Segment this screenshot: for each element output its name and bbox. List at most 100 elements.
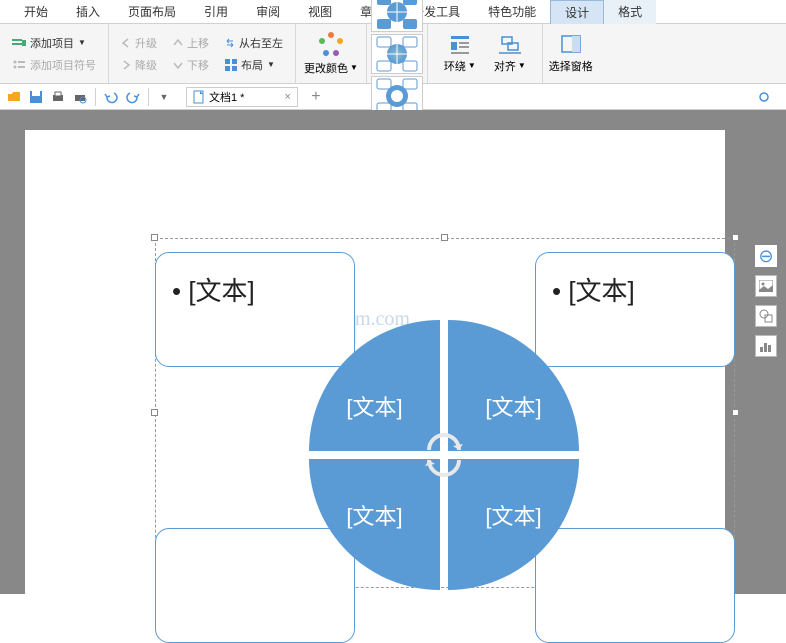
document-icon	[193, 90, 205, 104]
move-down-button[interactable]: 下移	[169, 55, 213, 75]
page[interactable]: system.com • [文本] • [文本] [文本] [文本] [文本]	[25, 130, 725, 610]
align-button[interactable]: 对齐▼	[486, 28, 534, 79]
undo-button[interactable]	[101, 87, 121, 107]
layout-option-4[interactable]	[371, 34, 423, 74]
open-button[interactable]	[4, 87, 24, 107]
layout-option-3[interactable]	[371, 0, 423, 32]
resize-handle-mr[interactable]	[732, 409, 739, 416]
promote-button[interactable]: 升级	[117, 33, 161, 53]
print-preview-icon	[73, 90, 87, 104]
document-tab-title: 文档1 *	[209, 89, 244, 105]
layout-button[interactable]: 布局 ▼	[221, 55, 279, 75]
side-tool-shape[interactable]	[755, 305, 777, 327]
quadrant-tr-text: [文本]	[485, 390, 541, 422]
rtl-icon	[225, 38, 235, 48]
move-down-label: 下移	[187, 57, 209, 73]
add-bullet-button[interactable]: 添加项目符号	[8, 55, 100, 75]
shapes-icon	[759, 309, 773, 323]
cycle-arrows-icon	[419, 430, 469, 480]
selection-pane-icon	[560, 34, 582, 56]
resize-handle-tm[interactable]	[441, 234, 448, 241]
menu-start[interactable]: 开始	[10, 0, 62, 24]
dropdown-icon: ▼	[78, 38, 86, 47]
selection-pane-button[interactable]: 选择窗格	[543, 24, 599, 83]
menu-references[interactable]: 引用	[190, 0, 242, 24]
wrap-label: 环绕	[444, 58, 466, 74]
ribbon-group-items: 添加项目 ▼ 添加项目符号	[0, 24, 109, 83]
demote-button[interactable]: 降级	[117, 55, 161, 75]
side-tool-strip: ⊖	[754, 245, 778, 357]
add-item-button[interactable]: 添加项目 ▼	[8, 33, 100, 53]
print-button[interactable]	[48, 87, 68, 107]
dropdown-icon: ▼	[267, 60, 275, 69]
save-button[interactable]	[26, 87, 46, 107]
collapse-button[interactable]: ⊖	[755, 245, 777, 267]
wrap-icon	[449, 34, 471, 56]
settings-button[interactable]	[754, 87, 774, 107]
corner-text-tl: • [文本]	[172, 271, 255, 308]
change-color-button[interactable]: 更改颜色▼	[296, 24, 367, 83]
chart-icon	[759, 339, 773, 353]
ribbon-group-arrange: 环绕▼ 对齐▼	[428, 24, 543, 83]
arrow-down-icon	[173, 60, 183, 70]
qat-customize[interactable]: ▼	[154, 87, 174, 107]
layout-label: 布局	[241, 57, 263, 73]
align-label: 对齐	[494, 58, 516, 74]
side-tool-image[interactable]	[755, 275, 777, 297]
layout-icon	[225, 59, 237, 71]
redo-icon	[126, 90, 140, 104]
ribbon-group-level: 升级 上移 从右至左 降级 下移 布局 ▼	[109, 24, 296, 83]
canvas-area: system.com • [文本] • [文本] [文本] [文本] [文本]	[0, 110, 786, 594]
smartart-circle: [文本] [文本] [文本] [文本]	[309, 320, 579, 590]
rtl-button[interactable]: 从右至左	[221, 33, 287, 53]
gear-icon	[757, 90, 771, 104]
dropdown-icon: ▼	[518, 61, 526, 70]
print-icon	[51, 90, 65, 104]
menu-page-layout[interactable]: 页面布局	[114, 0, 190, 24]
add-bullet-label: 添加项目符号	[30, 57, 96, 73]
resize-handle-tr[interactable]	[732, 234, 739, 241]
layout-gallery: ▲ ▼ ▾	[367, 24, 428, 83]
menu-insert[interactable]: 插入	[62, 0, 114, 24]
redo-button[interactable]	[123, 87, 143, 107]
align-icon	[499, 34, 521, 56]
move-up-button[interactable]: 上移	[169, 33, 213, 53]
menu-review[interactable]: 审阅	[242, 0, 294, 24]
palette-icon	[319, 32, 343, 56]
save-icon	[29, 90, 43, 104]
print-preview-button[interactable]	[70, 87, 90, 107]
resize-handle-tl[interactable]	[151, 234, 158, 241]
menu-format[interactable]: 格式	[604, 0, 656, 24]
move-up-label: 上移	[187, 35, 209, 51]
corner-text-tr: • [文本]	[552, 271, 635, 308]
add-bullet-icon	[12, 58, 26, 72]
wrap-button[interactable]: 环绕▼	[436, 28, 484, 79]
side-tool-chart[interactable]	[755, 335, 777, 357]
demote-label: 降级	[135, 57, 157, 73]
menu-view[interactable]: 视图	[294, 0, 346, 24]
close-tab-button[interactable]: ×	[284, 91, 290, 103]
smartart-object[interactable]: • [文本] • [文本] [文本] [文本] [文本] [文本]	[155, 238, 735, 588]
add-item-icon	[12, 36, 26, 50]
arrow-up-icon	[173, 38, 183, 48]
new-tab-button[interactable]: +	[306, 87, 326, 107]
quadrant-bl-text: [文本]	[346, 499, 402, 531]
promote-label: 升级	[135, 35, 157, 51]
add-item-label: 添加项目	[30, 35, 74, 51]
folder-open-icon	[7, 90, 21, 104]
undo-icon	[104, 90, 118, 104]
dropdown-icon: ▼	[468, 61, 476, 70]
ribbon: 添加项目 ▼ 添加项目符号 升级 上移 从右至左 降级	[0, 24, 786, 84]
arrow-right-icon	[121, 60, 131, 70]
menu-special[interactable]: 特色功能	[474, 0, 550, 24]
resize-handle-ml[interactable]	[151, 409, 158, 416]
quadrant-tl-text: [文本]	[346, 390, 402, 422]
menu-design[interactable]: 设计	[550, 0, 604, 24]
dropdown-icon: ▼	[350, 63, 358, 72]
selection-pane-label: 选择窗格	[549, 58, 593, 74]
document-tab[interactable]: 文档1 * ×	[186, 87, 298, 107]
rtl-label: 从右至左	[239, 35, 283, 51]
image-icon	[759, 280, 773, 292]
arrow-left-icon	[121, 38, 131, 48]
change-color-label: 更改颜色	[304, 60, 348, 76]
